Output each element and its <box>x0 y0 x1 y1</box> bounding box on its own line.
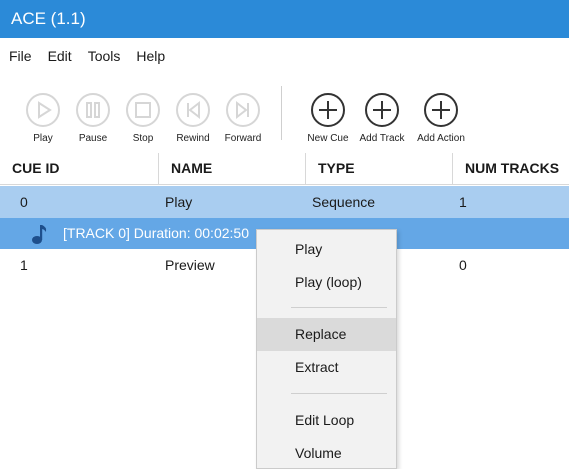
menu-item-extract[interactable]: Extract <box>257 351 396 384</box>
cell-type: Sequence <box>312 194 376 210</box>
music-note-icon <box>30 223 48 245</box>
column-header-num-tracks[interactable]: NUM TRACKS <box>452 153 569 184</box>
table-header: CUE ID NAME TYPE NUM TRACKS <box>0 153 569 185</box>
forward-button[interactable]: Forward <box>213 93 273 144</box>
plus-icon <box>365 93 399 127</box>
menu-help[interactable]: Help <box>128 38 173 74</box>
add-action-label: Add Action <box>417 133 465 144</box>
column-header-cue-id[interactable]: CUE ID <box>0 153 158 184</box>
menu-item-edit-loop[interactable]: Edit Loop <box>257 404 396 437</box>
menu-separator <box>291 393 387 394</box>
cell-num-tracks: 1 <box>459 194 467 210</box>
stop-icon <box>126 93 160 127</box>
table-row[interactable]: 0 Play Sequence 1 <box>0 186 569 218</box>
column-header-type[interactable]: TYPE <box>305 153 452 184</box>
new-cue-button[interactable]: New Cue <box>298 93 358 144</box>
column-header-name[interactable]: NAME <box>158 153 305 184</box>
track-label: [TRACK 0] Duration: 00:02:50 <box>63 225 249 241</box>
cell-num-tracks: 0 <box>459 257 467 273</box>
menu-file[interactable]: File <box>0 38 40 74</box>
cell-cue-id: 1 <box>20 257 28 273</box>
menu-item-replace[interactable]: Replace <box>257 318 396 351</box>
context-menu: Play Play (loop) Replace Extract Edit Lo… <box>256 229 397 469</box>
window-title: ACE (1.1) <box>11 9 86 28</box>
toolbar: Play Pause Stop Rewind Forward New Cue A… <box>0 84 569 146</box>
rewind-icon <box>176 93 210 127</box>
menu-item-play[interactable]: Play <box>257 233 396 266</box>
plus-icon <box>311 93 345 127</box>
menu-bar: File Edit Tools Help <box>0 38 569 74</box>
title-bar: ACE (1.1) <box>0 0 569 38</box>
menu-item-volume[interactable]: Volume <box>257 437 396 468</box>
forward-label: Forward <box>224 133 262 144</box>
forward-icon <box>226 93 260 127</box>
new-cue-label: New Cue <box>307 133 349 144</box>
add-track-label: Add Track <box>359 133 405 144</box>
add-action-button[interactable]: Add Action <box>411 93 471 144</box>
cell-name: Play <box>165 194 193 210</box>
cell-name: Preview <box>165 257 215 273</box>
cell-cue-id: 0 <box>20 194 28 210</box>
add-track-button[interactable]: Add Track <box>352 93 412 144</box>
pause-icon <box>76 93 110 127</box>
menu-edit[interactable]: Edit <box>40 38 80 74</box>
menu-item-play-loop[interactable]: Play (loop) <box>257 266 396 299</box>
play-icon <box>26 93 60 127</box>
toolbar-divider <box>281 86 282 140</box>
plus-icon <box>424 93 458 127</box>
menu-separator <box>291 307 387 308</box>
menu-tools[interactable]: Tools <box>80 38 129 74</box>
